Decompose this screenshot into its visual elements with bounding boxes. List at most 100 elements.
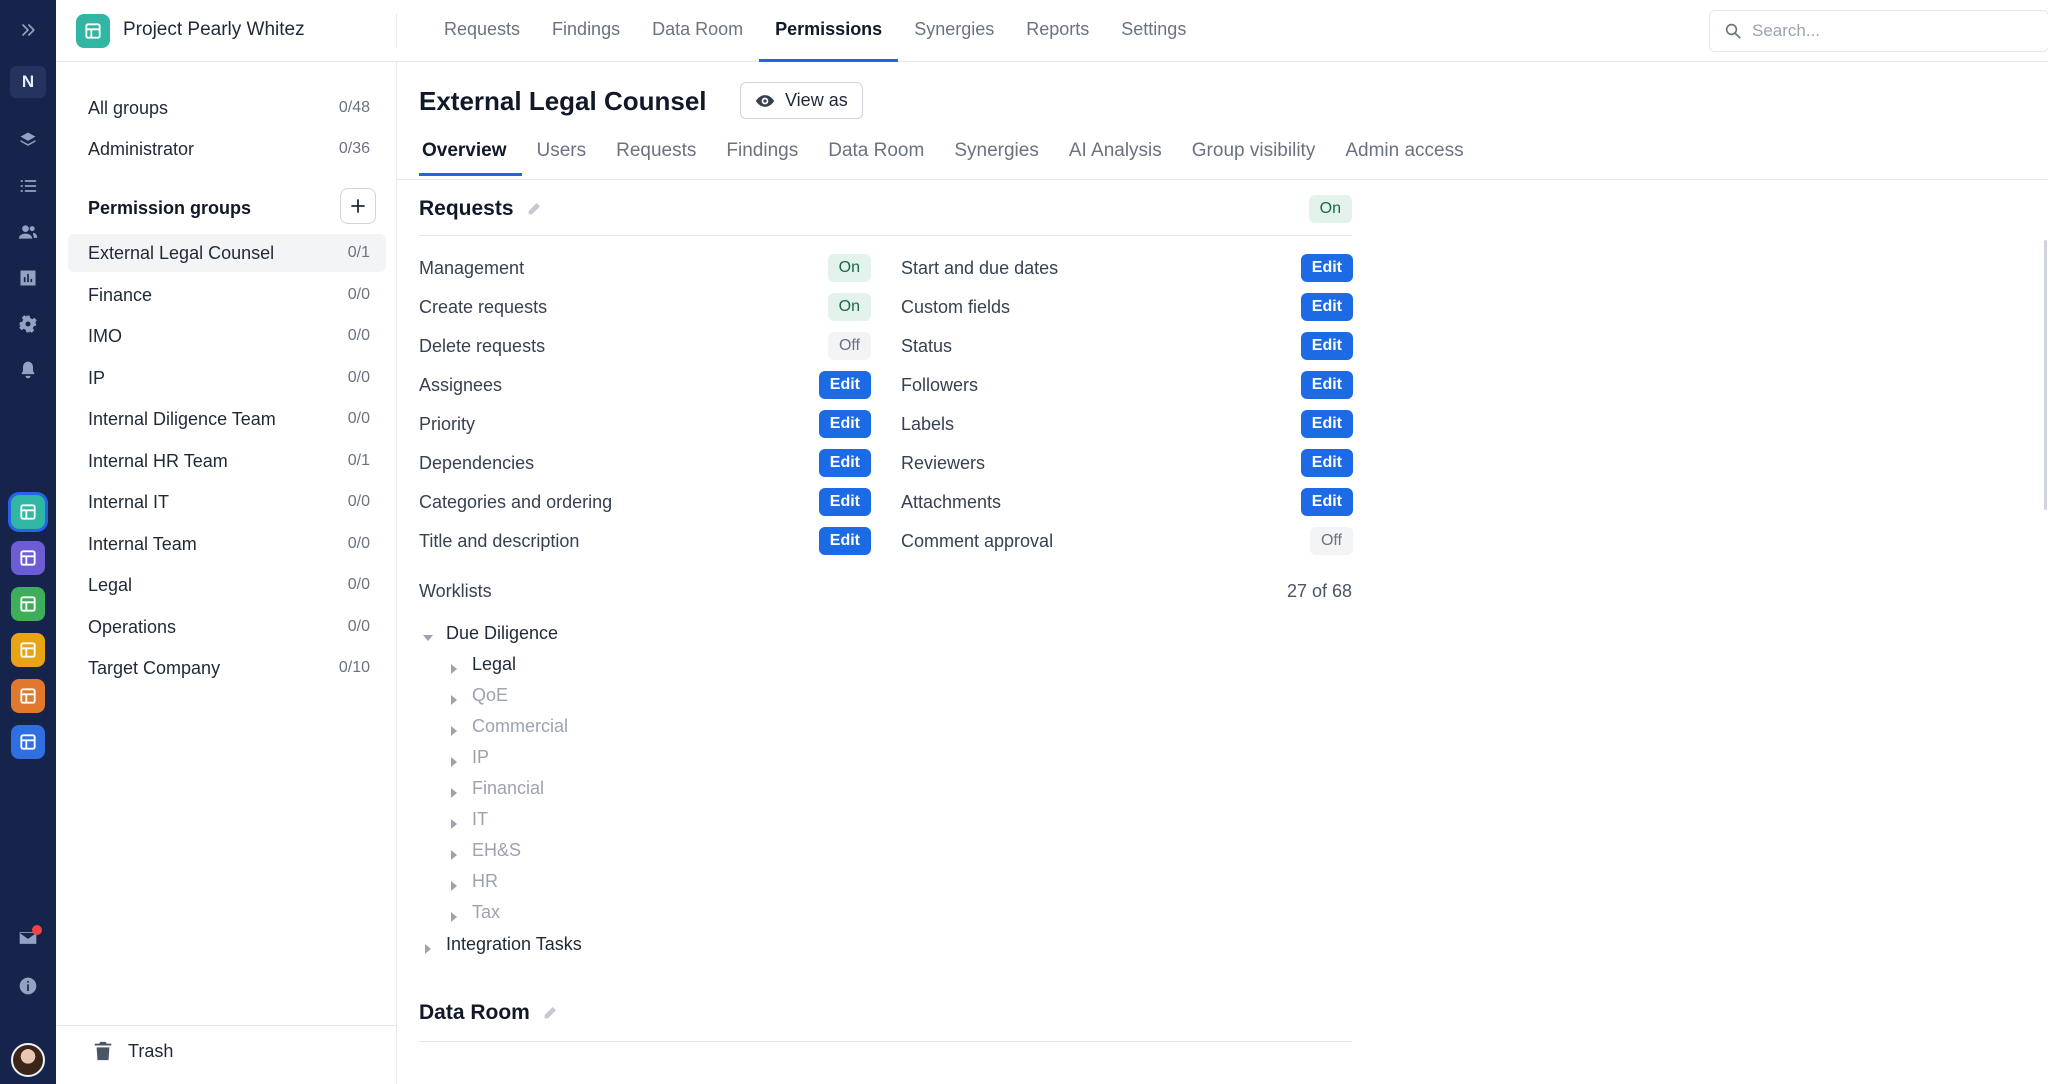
tree-item-integration-tasks[interactable]: Integration Tasks (422, 934, 582, 955)
layers-icon[interactable] (10, 122, 46, 158)
group-administrator[interactable]: Administrator 0/36 (68, 130, 386, 168)
edit-button[interactable]: Edit (818, 488, 871, 516)
edit-button[interactable]: Edit (1300, 371, 1353, 399)
requests-status-badge[interactable]: On (1308, 195, 1352, 223)
caret-right-icon[interactable] (448, 690, 460, 705)
edit-button[interactable]: Edit (818, 410, 871, 438)
edit-button[interactable]: Edit (818, 449, 871, 477)
group-item[interactable]: Operations 0/0 (68, 608, 386, 646)
bell-icon[interactable] (10, 352, 46, 388)
tree-item[interactable]: IT (448, 809, 488, 830)
search-input[interactable] (1752, 21, 2032, 41)
tree-item[interactable]: EH&S (448, 840, 521, 861)
perm-toggle[interactable]: Off (1309, 527, 1353, 555)
perm-toggle[interactable]: Off (827, 332, 871, 360)
topnav-reports[interactable]: Reports (1010, 0, 1105, 62)
view-as-button[interactable]: View as (740, 82, 863, 119)
edit-button[interactable]: Edit (1300, 449, 1353, 477)
caret-right-icon[interactable] (448, 907, 460, 922)
users-icon[interactable] (10, 214, 46, 250)
project-switch-4[interactable] (11, 633, 45, 667)
pencil-icon[interactable] (542, 1005, 558, 1021)
project-name[interactable]: Project Pearly Whitez (123, 19, 305, 41)
tree-item[interactable]: Tax (448, 902, 500, 923)
edit-button[interactable]: Edit (1300, 488, 1353, 516)
topnav-synergies[interactable]: Synergies (898, 0, 1010, 62)
topnav-permissions[interactable]: Permissions (759, 0, 899, 62)
caret-right-icon[interactable] (422, 939, 434, 954)
group-all-groups[interactable]: All groups 0/48 (68, 89, 386, 127)
search-box (1709, 10, 2048, 52)
caret-right-icon[interactable] (448, 659, 460, 674)
tab-group-visibility[interactable]: Group visibility (1177, 140, 1331, 176)
group-label: External Legal Counsel (88, 242, 275, 263)
perm-toggle[interactable]: On (827, 254, 871, 282)
chart-icon[interactable] (10, 260, 46, 296)
project-switch-3[interactable] (11, 587, 45, 621)
caret-right-icon[interactable] (448, 783, 460, 798)
project-logo-icon[interactable] (76, 14, 110, 48)
topnav-data-room[interactable]: Data Room (636, 0, 759, 62)
edit-button[interactable]: Edit (1300, 254, 1353, 282)
group-item[interactable]: Internal HR Team 0/1 (68, 442, 386, 480)
group-item[interactable]: Internal IT 0/0 (68, 483, 386, 521)
tab-users[interactable]: Users (522, 140, 602, 176)
add-group-button[interactable] (340, 188, 376, 224)
caret-right-icon[interactable] (448, 876, 460, 891)
group-item[interactable]: Target Company 0/10 (68, 649, 386, 687)
tab-data-room[interactable]: Data Room (813, 140, 939, 176)
caret-down-icon[interactable] (422, 628, 434, 641)
group-item[interactable]: IP 0/0 (68, 359, 386, 397)
tree-item-due-diligence[interactable]: Due Diligence (422, 623, 558, 644)
pencil-icon[interactable] (526, 201, 542, 217)
perm-toggle[interactable]: On (827, 293, 871, 321)
tab-overview[interactable]: Overview (419, 140, 522, 176)
project-switch-2[interactable] (11, 541, 45, 575)
tree-item[interactable]: QoE (448, 685, 508, 706)
group-item[interactable]: External Legal Counsel 0/1 (68, 234, 386, 272)
edit-button[interactable]: Edit (1300, 410, 1353, 438)
topnav-findings[interactable]: Findings (536, 0, 636, 62)
caret-right-icon[interactable] (448, 752, 460, 767)
tree-item[interactable]: Financial (448, 778, 544, 799)
caret-right-icon[interactable] (448, 721, 460, 736)
info-icon[interactable] (10, 968, 46, 1004)
perm-followers: Followers Edit (901, 371, 1353, 399)
mail-icon[interactable] (10, 920, 46, 956)
tree-item[interactable]: Commercial (448, 716, 568, 737)
workspace-switcher[interactable]: N (10, 66, 46, 98)
tab-requests[interactable]: Requests (601, 140, 711, 176)
topnav-requests[interactable]: Requests (428, 0, 536, 62)
edit-button[interactable]: Edit (1300, 293, 1353, 321)
edit-button[interactable]: Edit (818, 527, 871, 555)
tree-item[interactable]: IP (448, 747, 489, 768)
tab-synergies[interactable]: Synergies (939, 140, 1054, 176)
group-item[interactable]: Finance 0/0 (68, 276, 386, 314)
project-switch-1[interactable] (11, 495, 45, 529)
group-item[interactable]: Legal 0/0 (68, 566, 386, 604)
trash-link[interactable]: Trash (92, 1040, 173, 1062)
caret-right-icon[interactable] (448, 814, 460, 829)
edit-button[interactable]: Edit (1300, 332, 1353, 360)
user-avatar[interactable] (11, 1043, 45, 1077)
tree-item[interactable]: HR (448, 871, 498, 892)
list-icon[interactable] (10, 168, 46, 204)
caret-right-icon[interactable] (448, 845, 460, 860)
perm-priority: Priority Edit (419, 410, 871, 438)
tab-admin-access[interactable]: Admin access (1330, 140, 1478, 176)
project-switch-5[interactable] (11, 679, 45, 713)
group-item[interactable]: IMO 0/0 (68, 317, 386, 355)
gear-icon[interactable] (10, 306, 46, 342)
tree-item[interactable]: Legal (448, 654, 516, 675)
group-item[interactable]: Internal Team 0/0 (68, 525, 386, 563)
tab-ai-analysis[interactable]: AI Analysis (1054, 140, 1177, 176)
scrollbar-thumb[interactable] (2044, 240, 2047, 510)
data-room-section-title: Data Room (419, 1001, 558, 1025)
project-switch-6[interactable] (11, 725, 45, 759)
topnav-settings[interactable]: Settings (1105, 0, 1202, 62)
group-item[interactable]: Internal Diligence Team 0/0 (68, 400, 386, 438)
top-nav: Requests Findings Data Room Permissions … (428, 0, 1202, 62)
tab-findings[interactable]: Findings (711, 140, 813, 176)
edit-button[interactable]: Edit (818, 371, 871, 399)
expand-chevrons-icon[interactable] (10, 12, 46, 48)
